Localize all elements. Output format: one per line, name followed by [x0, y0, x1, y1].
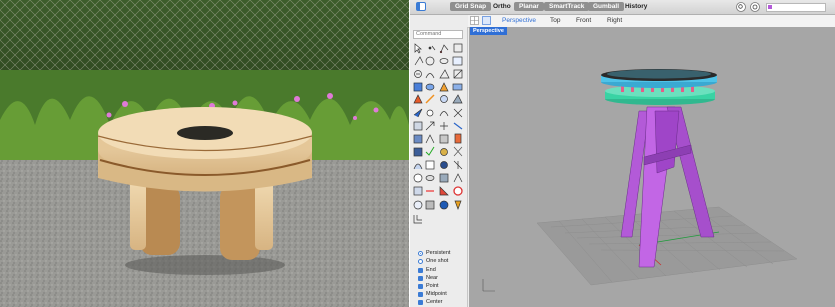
history-toggle[interactable]: History	[625, 2, 647, 11]
world-axes-icon	[482, 279, 495, 292]
checkbox-end[interactable]	[418, 268, 423, 273]
checkbox-point[interactable]	[418, 284, 423, 289]
stool-top-disc	[601, 69, 717, 88]
tab-right[interactable]: Right	[607, 16, 622, 26]
command-input[interactable]	[413, 30, 463, 39]
checkbox-center[interactable]	[418, 300, 423, 305]
top-toolbar: Grid Snap Ortho Planar SmartTrack Gumbal…	[410, 0, 835, 15]
perspective-viewport[interactable]: Perspective	[469, 27, 835, 307]
tool-icons[interactable]	[413, 43, 469, 233]
settings-icon[interactable]	[749, 1, 761, 13]
gumball-toggle[interactable]: Gumball	[588, 2, 625, 11]
tool-palette	[413, 43, 469, 238]
checkbox-midpoint[interactable]	[418, 292, 423, 297]
layer-color-swatch	[768, 5, 772, 9]
construction-grid	[536, 206, 798, 286]
radio-persistent[interactable]	[418, 251, 423, 256]
ortho-toggle[interactable]: Ortho	[493, 2, 511, 11]
grid-icon[interactable]	[470, 16, 479, 25]
tool-panel: Persistent One shot End Near Point Midpo…	[410, 27, 468, 307]
radio-one-shot[interactable]	[418, 259, 423, 264]
layer-field[interactable]	[766, 3, 826, 12]
smarttrack-toggle[interactable]: SmartTrack	[544, 2, 590, 11]
tab-front[interactable]: Front	[576, 16, 591, 26]
tab-top[interactable]: Top	[550, 16, 560, 26]
cad-application: Grid Snap Ortho Planar SmartTrack Gumbal…	[410, 0, 835, 307]
viewport-label[interactable]: Perspective	[470, 27, 507, 35]
stool-photo	[0, 0, 409, 307]
planar-toggle[interactable]: Planar	[514, 2, 544, 11]
checkbox-near[interactable]	[418, 276, 423, 281]
3d-scene[interactable]	[469, 27, 835, 307]
search-icon[interactable]	[735, 1, 747, 13]
tab-perspective[interactable]: Perspective	[502, 16, 536, 26]
grid-snap-toggle[interactable]: Grid Snap	[450, 2, 492, 11]
viewport-layout-icon[interactable]	[482, 16, 491, 25]
sidebar-icon[interactable]	[416, 2, 426, 11]
